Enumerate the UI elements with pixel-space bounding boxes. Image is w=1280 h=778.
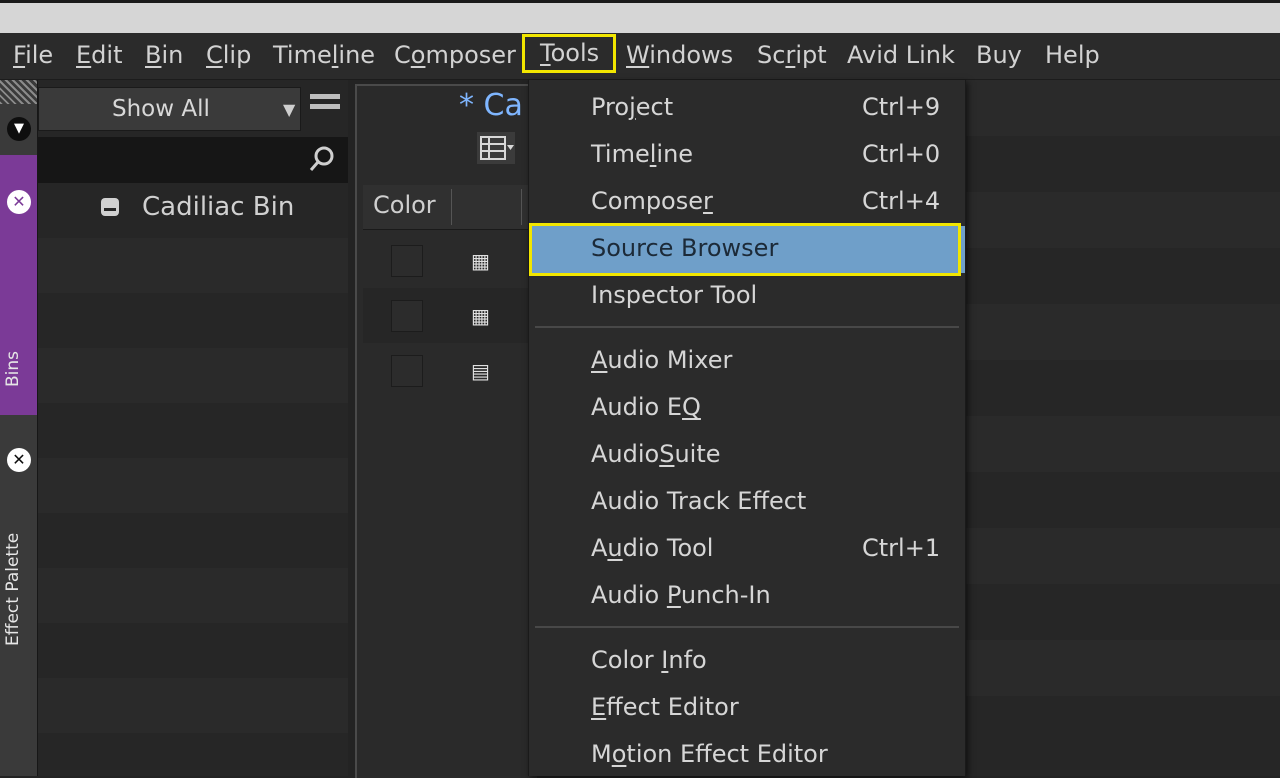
bin-list-panel: Show All ▼ Cadiliac Bin bbox=[38, 80, 348, 776]
menu-item-label: Audio Mixer bbox=[591, 346, 733, 374]
column-divider bbox=[521, 189, 522, 225]
stripe bbox=[964, 304, 1280, 360]
bin-name: Cadiliac Bin bbox=[142, 192, 295, 222]
stripe bbox=[964, 416, 1280, 472]
menu-item-audio-punch-in[interactable]: Audio Punch-In bbox=[529, 573, 965, 620]
chevron-down-icon: ▼ bbox=[283, 100, 296, 119]
menu-file[interactable]: File bbox=[13, 41, 53, 69]
menu-item-color-info[interactable]: Color Info bbox=[529, 638, 965, 685]
menu-bar: File Edit Bin Clip Timeline Composer Too… bbox=[0, 33, 1280, 80]
menu-item-source-browser[interactable]: Source Browser bbox=[529, 223, 965, 276]
menu-item-label: Composer bbox=[591, 187, 713, 215]
color-swatch[interactable] bbox=[391, 355, 423, 387]
collapse-down-icon[interactable]: ▼ bbox=[7, 117, 31, 141]
bin-view-menu-icon[interactable] bbox=[477, 132, 515, 164]
menu-item-label: Color Info bbox=[591, 646, 707, 674]
menu-item-inspector-tool[interactable]: Inspector Tool bbox=[529, 273, 965, 320]
shortcut-label: Ctrl+9 bbox=[862, 93, 941, 121]
menu-item-label: Audio Track Effect bbox=[591, 487, 807, 515]
menu-item-project[interactable]: Project Ctrl+9 bbox=[529, 85, 965, 132]
stripe bbox=[38, 678, 348, 733]
shortcut-label: Ctrl+4 bbox=[862, 187, 941, 215]
bins-tab-label: Bins bbox=[3, 350, 23, 387]
menu-help[interactable]: Help bbox=[1045, 41, 1100, 69]
stripe bbox=[964, 640, 1280, 696]
stripe bbox=[38, 568, 348, 623]
show-filter-dropdown[interactable]: Show All ▼ bbox=[38, 87, 301, 131]
color-swatch[interactable] bbox=[391, 245, 423, 277]
clip-icon: ▦ bbox=[471, 304, 490, 328]
menu-item-motion-effect-editor[interactable]: Motion Effect Editor bbox=[529, 732, 965, 776]
clip-icon: ▦ bbox=[471, 249, 490, 273]
effect-palette-tab-label[interactable]: Effect Palette bbox=[3, 533, 23, 646]
bin-window: * Ca Color ▦ ▦ ▤ bbox=[355, 84, 537, 778]
bin-column-header: Color bbox=[363, 185, 533, 230]
menu-separator bbox=[535, 326, 959, 328]
menu-tools[interactable]: Tools bbox=[522, 34, 617, 73]
menu-item-composer[interactable]: Composer Ctrl+4 bbox=[529, 179, 965, 226]
panel-menu-icon[interactable] bbox=[310, 94, 340, 124]
close-bins-icon[interactable]: ✕ bbox=[7, 190, 31, 214]
menu-item-label: Audio Tool bbox=[591, 534, 714, 562]
color-swatch[interactable] bbox=[391, 300, 423, 332]
bin-list-item[interactable]: Cadiliac Bin bbox=[98, 192, 294, 222]
menu-script[interactable]: Script bbox=[757, 41, 827, 69]
menu-item-label: Inspector Tool bbox=[591, 281, 758, 309]
stripe bbox=[964, 528, 1280, 584]
bin-search-field[interactable] bbox=[38, 137, 348, 183]
menu-edit[interactable]: Edit bbox=[76, 41, 122, 69]
menu-item-label: Motion Effect Editor bbox=[591, 740, 828, 768]
close-effect-palette-icon[interactable]: ✕ bbox=[7, 448, 31, 472]
menu-item-audio-eq[interactable]: Audio EQ bbox=[529, 385, 965, 432]
menu-item-audio-tool[interactable]: Audio Tool Ctrl+1 bbox=[529, 526, 965, 573]
stripe bbox=[38, 458, 348, 513]
menu-separator bbox=[535, 626, 959, 628]
menu-windows[interactable]: Windows bbox=[626, 41, 733, 69]
shortcut-label: Ctrl+0 bbox=[862, 140, 941, 168]
menu-item-timeline[interactable]: Timeline Ctrl+0 bbox=[529, 132, 965, 179]
side-rail: ▼ ✕ Bins ✕ Effect Palette bbox=[0, 80, 38, 776]
menu-item-label: Source Browser bbox=[591, 234, 779, 262]
menu-item-label: Project bbox=[591, 93, 674, 121]
tab-bins[interactable]: ✕ Bins bbox=[0, 155, 37, 415]
right-panel bbox=[964, 80, 1280, 776]
menu-item-audiosuite[interactable]: AudioSuite bbox=[529, 432, 965, 479]
bin-row[interactable]: ▦ bbox=[363, 288, 533, 343]
menu-item-effect-editor[interactable]: Effect Editor bbox=[529, 685, 965, 732]
shortcut-label: Ctrl+1 bbox=[862, 534, 941, 562]
menu-composer[interactable]: Composer bbox=[394, 41, 516, 69]
stripe bbox=[964, 80, 1280, 136]
menu-bin[interactable]: Bin bbox=[145, 41, 183, 69]
menu-buy[interactable]: Buy bbox=[976, 41, 1022, 69]
menu-item-audio-track-effect[interactable]: Audio Track Effect bbox=[529, 479, 965, 526]
menu-item-label: Audio Punch-In bbox=[591, 581, 771, 609]
bin-row[interactable]: ▤ bbox=[363, 343, 533, 398]
menu-item-audio-mixer[interactable]: Audio Mixer bbox=[529, 338, 965, 385]
menu-avid-link[interactable]: Avid Link bbox=[847, 41, 955, 69]
tools-menu-dropdown: Project Ctrl+9 Timeline Ctrl+0 Composer … bbox=[528, 80, 966, 776]
menu-item-label: Timeline bbox=[591, 140, 694, 168]
show-filter-value: Show All bbox=[112, 96, 210, 122]
bin-row[interactable]: ▦ bbox=[363, 233, 533, 288]
bin-window-title: * Ca bbox=[459, 88, 523, 123]
column-color[interactable]: Color bbox=[373, 191, 436, 219]
menu-clip[interactable]: Clip bbox=[206, 41, 251, 69]
menu-item-label: Effect Editor bbox=[591, 693, 739, 721]
search-icon[interactable] bbox=[308, 145, 336, 173]
stripe bbox=[964, 192, 1280, 248]
menu-timeline[interactable]: Timeline bbox=[273, 41, 375, 69]
menu-item-label: Audio EQ bbox=[591, 393, 701, 421]
column-divider bbox=[451, 189, 452, 225]
linked-clip-icon: ▤ bbox=[471, 359, 490, 383]
stripe bbox=[38, 348, 348, 403]
rail-grip[interactable] bbox=[0, 80, 37, 104]
menu-item-label: AudioSuite bbox=[591, 440, 721, 468]
bin-icon bbox=[101, 198, 119, 216]
window-title-bar bbox=[0, 0, 1280, 33]
stripe bbox=[38, 238, 348, 293]
